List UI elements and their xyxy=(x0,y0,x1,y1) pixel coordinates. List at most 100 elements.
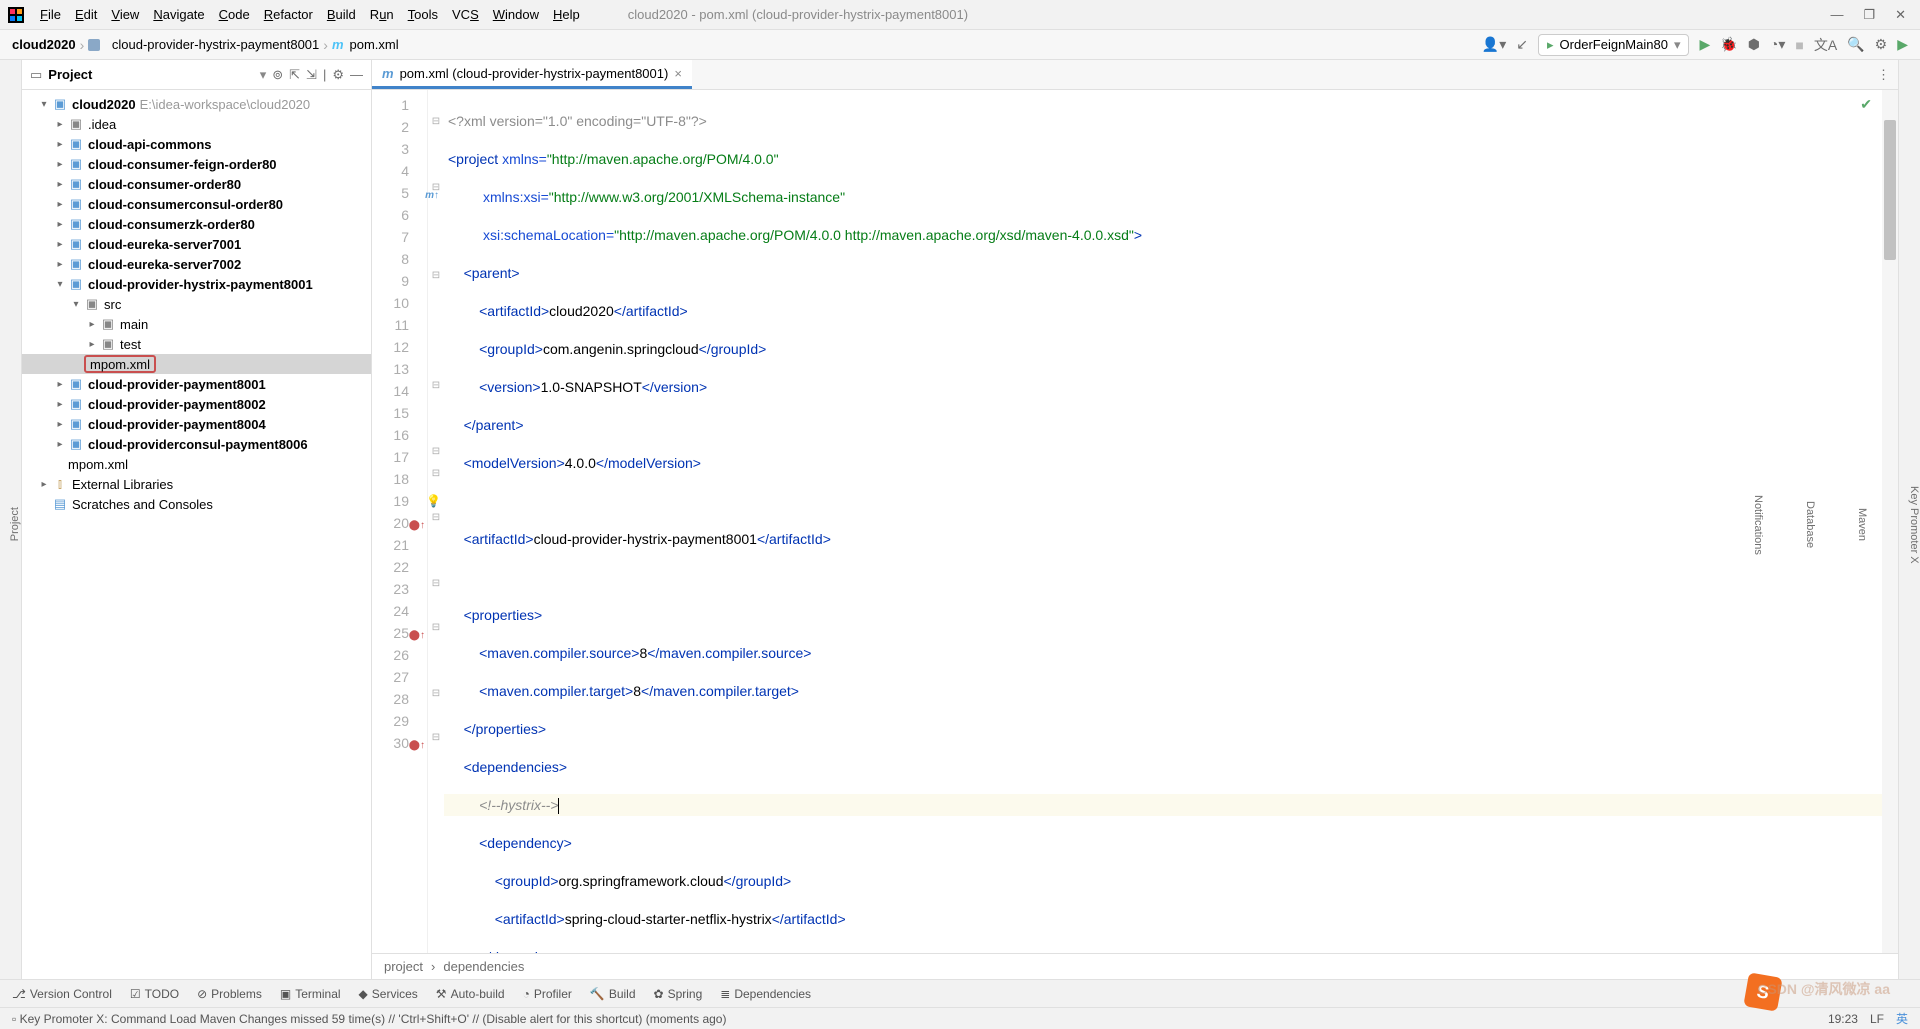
gear-icon[interactable]: ⚙ xyxy=(332,67,344,83)
crumb-a[interactable]: project xyxy=(384,959,423,974)
menu-file[interactable]: File xyxy=(34,3,67,26)
tab-pom[interactable]: m pom.xml (cloud-provider-hystrix-paymen… xyxy=(372,60,692,89)
tree-pay8001[interactable]: ▸▣cloud-provider-payment8001 xyxy=(22,374,371,394)
crumb-root[interactable]: cloud2020 xyxy=(12,37,76,52)
tree-test[interactable]: ▸▣test xyxy=(22,334,371,354)
rail-project[interactable]: Project xyxy=(9,507,21,541)
tree-zk80[interactable]: ▸▣cloud-consumerzk-order80 xyxy=(22,214,371,234)
window-title: cloud2020 - pom.xml (cloud-provider-hyst… xyxy=(628,7,1829,22)
tree-consul80[interactable]: ▸▣cloud-consumerconsul-order80 xyxy=(22,194,371,214)
menu-window[interactable]: Window xyxy=(487,3,545,26)
analysis-ok-icon[interactable]: ✔ xyxy=(1860,96,1872,113)
user-icon[interactable]: 👤▾ xyxy=(1482,36,1506,53)
tree-order80[interactable]: ▸▣cloud-consumer-order80 xyxy=(22,174,371,194)
bt-vcs[interactable]: ⎇ Version Control xyxy=(12,987,112,1001)
tree-extlib[interactable]: ▸⫾External Libraries xyxy=(22,474,371,494)
statusbar: ▫ Key Promoter X: Command Load Maven Cha… xyxy=(0,1007,1920,1029)
tab-menu-icon[interactable]: ⋮ xyxy=(1877,67,1890,83)
settings-icon[interactable]: ⚙ xyxy=(1875,36,1888,53)
editor-scrollbar[interactable] xyxy=(1882,90,1898,953)
status-time: 19:23 xyxy=(1828,1012,1858,1026)
bt-todo[interactable]: ☑ TODO xyxy=(130,987,179,1001)
back-arrow-icon[interactable]: ↙ xyxy=(1516,36,1528,53)
menu-tools[interactable]: Tools xyxy=(402,3,444,26)
status-message: Key Promoter X: Command Load Maven Chang… xyxy=(20,1012,727,1026)
menu-edit[interactable]: Edit xyxy=(69,3,103,26)
locate-icon[interactable]: ⊚ xyxy=(272,67,283,83)
expand-icon[interactable]: ⇱ xyxy=(289,67,300,83)
menubar: File Edit View Navigate Code Refactor Bu… xyxy=(0,0,1920,30)
tree-main[interactable]: ▸▣main xyxy=(22,314,371,334)
editor-breadcrumbs: project › dependencies xyxy=(372,953,1898,979)
bt-profiler[interactable]: ◔ Profiler xyxy=(523,987,572,1001)
crumb-module[interactable]: cloud-provider-hystrix-payment8001 xyxy=(88,37,319,52)
tree-pom-selected[interactable]: mpom.xml xyxy=(22,354,371,374)
rail-keypromo[interactable]: Key Promoter X xyxy=(1908,486,1920,564)
hide-icon[interactable]: — xyxy=(350,67,363,82)
run-config-select[interactable]: ▸OrderFeignMain80▾ xyxy=(1538,34,1689,56)
tree-src[interactable]: ▾▣src xyxy=(22,294,371,314)
status-icon[interactable]: ▫ xyxy=(12,1012,16,1026)
run-icon[interactable]: ▶ xyxy=(1699,36,1710,53)
menu-view[interactable]: View xyxy=(105,3,145,26)
scrollbar-thumb[interactable] xyxy=(1884,120,1896,260)
line-gutter: 1234 5m↑ 678910 1112131415 16171819 20⬤↑… xyxy=(372,90,428,953)
crumb-sep-icon: › xyxy=(80,37,85,53)
menu-vcs[interactable]: VCS xyxy=(446,3,485,26)
minimize-icon[interactable]: — xyxy=(1830,7,1843,23)
menu-build[interactable]: Build xyxy=(321,3,362,26)
folder-icon: ▭ xyxy=(30,67,42,83)
project-panel: ▭ Project ▾ ⊚ ⇱ ⇲ | ⚙ — ▾▣cloud2020E:\id… xyxy=(22,60,372,979)
maven-file-icon: m xyxy=(382,66,394,81)
tree-consul8006[interactable]: ▸▣cloud-providerconsul-payment8006 xyxy=(22,434,371,454)
menu-help[interactable]: Help xyxy=(547,3,586,26)
intention-bulb-icon[interactable]: 💡 xyxy=(426,494,441,508)
translate-icon[interactable]: 文A xyxy=(1814,35,1837,55)
tab-close-icon[interactable]: × xyxy=(674,66,682,81)
tree-idea[interactable]: ▸▣.idea xyxy=(22,114,371,134)
code-editor[interactable]: 1234 5m↑ 678910 1112131415 16171819 20⬤↑… xyxy=(372,90,1898,953)
crumb-file[interactable]: mpom.xml xyxy=(332,37,399,52)
tree-api[interactable]: ▸▣cloud-api-commons xyxy=(22,134,371,154)
tree-scratches[interactable]: ▤Scratches and Consoles xyxy=(22,494,371,514)
close-icon[interactable]: ✕ xyxy=(1895,7,1906,23)
tree-rootpom[interactable]: mpom.xml xyxy=(22,454,371,474)
tree-root[interactable]: ▾▣cloud2020E:\idea-workspace\cloud2020 xyxy=(22,94,371,114)
tree-feign[interactable]: ▸▣cloud-consumer-feign-order80 xyxy=(22,154,371,174)
bt-spring[interactable]: ✿ Spring xyxy=(654,987,703,1001)
divider: | xyxy=(323,67,326,82)
crumb-b[interactable]: dependencies xyxy=(443,959,524,974)
tree-pay8004[interactable]: ▸▣cloud-provider-payment8004 xyxy=(22,414,371,434)
maximize-icon[interactable]: ❐ xyxy=(1863,7,1875,23)
bt-terminal[interactable]: ▣ Terminal xyxy=(280,987,341,1001)
ime-badge-icon[interactable]: S xyxy=(1743,972,1782,1011)
tree-eureka7002[interactable]: ▸▣cloud-eureka-server7002 xyxy=(22,254,371,274)
menu-navigate[interactable]: Navigate xyxy=(147,3,210,26)
debug-icon[interactable]: 🐞 xyxy=(1720,36,1737,53)
project-label: Project xyxy=(48,67,253,82)
code-body[interactable]: <?xml version="1.0" encoding="UTF-8"?> <… xyxy=(444,90,1898,953)
editor-tabs: m pom.xml (cloud-provider-hystrix-paymen… xyxy=(372,60,1898,90)
ime-indicator[interactable]: 英 xyxy=(1896,1010,1908,1027)
coverage-icon[interactable]: ⬢ xyxy=(1748,36,1760,53)
window-controls: — ❐ ✕ xyxy=(1830,7,1912,23)
bt-problems[interactable]: ⊘ Problems xyxy=(197,987,262,1001)
run-anything-icon[interactable]: ▶ xyxy=(1897,36,1908,53)
search-icon[interactable]: 🔍 xyxy=(1847,36,1864,53)
tree-pay8002[interactable]: ▸▣cloud-provider-payment8002 xyxy=(22,394,371,414)
tree-eureka7001[interactable]: ▸▣cloud-eureka-server7001 xyxy=(22,234,371,254)
menu-refactor[interactable]: Refactor xyxy=(258,3,319,26)
menu-code[interactable]: Code xyxy=(213,3,256,26)
main-area: Project Bookmarks Structure ▭ Project ▾ … xyxy=(0,60,1920,979)
left-tool-rail: Project Bookmarks Structure xyxy=(0,60,22,979)
stop-icon[interactable]: ■ xyxy=(1795,37,1803,53)
profile-icon[interactable]: ◔▾ xyxy=(1770,36,1785,53)
tree-hystrix8001[interactable]: ▾▣cloud-provider-hystrix-payment8001 xyxy=(22,274,371,294)
bt-build[interactable]: 🔨 Build xyxy=(590,987,636,1001)
collapse-icon[interactable]: ⇲ xyxy=(306,67,317,83)
menu-run[interactable]: Run xyxy=(364,3,400,26)
bt-deps[interactable]: ≣ Dependencies xyxy=(720,987,811,1001)
top-toolbar: 👤▾ ↙ ▸OrderFeignMain80▾ ▶ 🐞 ⬢ ◔▾ ■ 文A 🔍 … xyxy=(1482,34,1908,56)
bt-autobuild[interactable]: ⚒ Auto-build xyxy=(436,987,505,1001)
bt-services[interactable]: ◆ Services xyxy=(359,987,418,1001)
